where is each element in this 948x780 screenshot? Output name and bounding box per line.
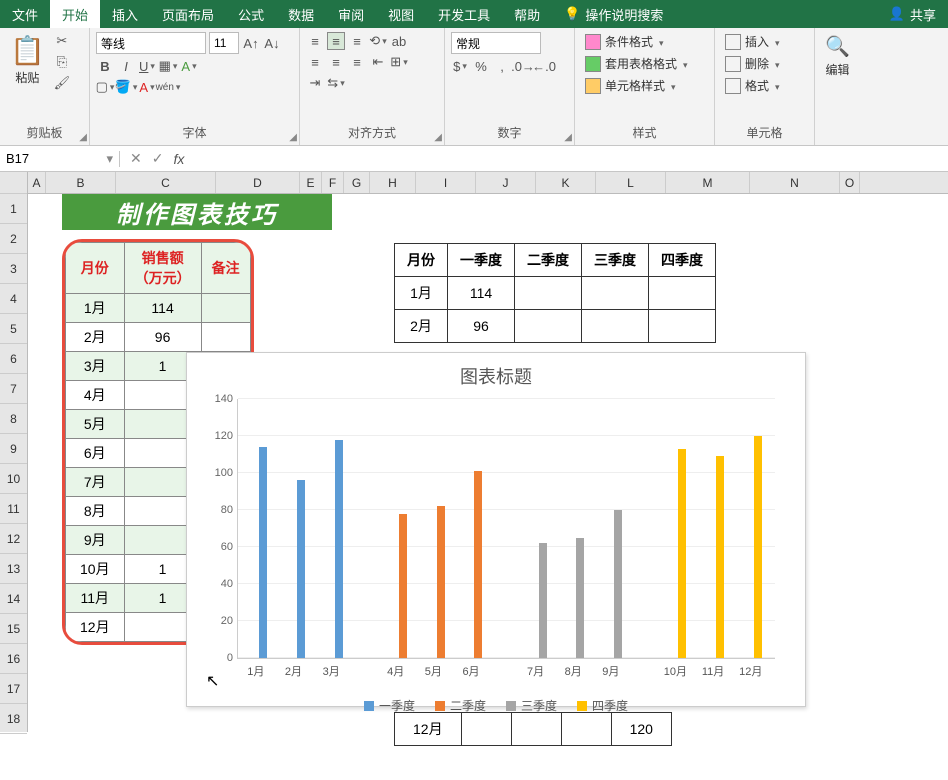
grid-area[interactable]: 123456789101112131415161718 ABCDEFGHIJKL… (0, 172, 948, 732)
share-button[interactable]: 👤共享 (877, 0, 948, 28)
cell-style-button[interactable]: 单元格样式 (581, 76, 680, 95)
font-name-input[interactable] (96, 32, 206, 54)
chart-title: 图表标题 (197, 363, 795, 389)
fill-color-icon[interactable]: 🪣 (117, 78, 135, 96)
indent-inc-icon[interactable]: ⇥ (306, 74, 324, 92)
dialog-launcher-icon[interactable]: ◢ (289, 132, 297, 143)
dialog-launcher-icon[interactable]: ◢ (434, 132, 442, 143)
name-box[interactable]: ▾ (0, 151, 120, 167)
cancel-icon[interactable]: ✕ (130, 150, 142, 167)
border-button[interactable]: ▦ (159, 57, 177, 75)
row-headers: 123456789101112131415161718 (0, 172, 28, 732)
merge-icon[interactable]: ⊞ (390, 53, 408, 71)
group-styles: 样式 (581, 122, 708, 145)
indent-dec-icon[interactable]: ⇤ (369, 53, 387, 71)
chart[interactable]: 图表标题 020406080100120140 1月2月3月4月5月6月7月8月… (186, 352, 806, 707)
group-align: 对齐方式 (306, 122, 438, 145)
comma-icon[interactable]: , (493, 57, 511, 75)
currency-icon[interactable]: $ (451, 57, 469, 75)
rtl-icon[interactable]: ⇆ (327, 74, 345, 92)
chart-xlabels: 1月2月3月4月5月6月7月8月9月10月11月12月 (237, 663, 775, 679)
group-font: 字体 (96, 122, 293, 145)
lightbulb-icon: 💡 (564, 6, 580, 22)
tab-view[interactable]: 视图 (376, 0, 426, 28)
dec-decimal-icon[interactable]: ←.0 (535, 57, 553, 75)
tab-formulas[interactable]: 公式 (226, 0, 276, 28)
align-left-icon[interactable]: ≡ (306, 53, 324, 71)
dialog-launcher-icon[interactable]: ◢ (79, 132, 87, 143)
tab-data[interactable]: 数据 (276, 0, 326, 28)
align-top-icon[interactable]: ≡ (306, 32, 324, 50)
tab-review[interactable]: 审阅 (326, 0, 376, 28)
table-format-button[interactable]: 套用表格格式 (581, 54, 692, 73)
tab-insert[interactable]: 插入 (100, 0, 150, 28)
tab-layout[interactable]: 页面布局 (150, 0, 226, 28)
number-format[interactable] (451, 32, 541, 54)
tell-me[interactable]: 💡操作说明搜索 (552, 0, 675, 28)
format-painter-icon[interactable]: 🖌 (53, 74, 71, 92)
font-grow-icon[interactable]: A (180, 57, 198, 75)
find-button[interactable]: 🔍编辑 (821, 32, 854, 80)
title-banner: 制作图表技巧 (62, 194, 332, 230)
decrease-font-icon[interactable]: A↓ (263, 34, 281, 52)
paste-button[interactable]: 📋 粘贴 (6, 32, 49, 88)
align-middle-icon[interactable]: ≡ (327, 32, 345, 50)
insert-cells-button[interactable]: 插入 (721, 32, 784, 51)
underline-button[interactable]: U (138, 57, 156, 75)
align-center-icon[interactable]: ≡ (327, 53, 345, 71)
group-cells: 单元格 (721, 122, 808, 145)
ribbon: 📋 粘贴 ✂ ⎘ 🖌 剪贴板 ◢ A↑ A↓ B I U ▦ (0, 28, 948, 146)
cond-format-button[interactable]: 条件格式 (581, 32, 668, 51)
group-number: 数字 (451, 122, 568, 145)
group-clipboard: 剪贴板 (6, 122, 83, 145)
align-right-icon[interactable]: ≡ (348, 53, 366, 71)
bottom-table[interactable]: 12月120 (394, 712, 672, 746)
tab-help[interactable]: 帮助 (502, 0, 552, 28)
tab-home[interactable]: 开始 (50, 0, 100, 28)
borders-icon[interactable]: ▢ (96, 78, 114, 96)
percent-icon[interactable]: % (472, 57, 490, 75)
phonetic-icon[interactable]: wén (159, 78, 177, 96)
enter-icon[interactable]: ✓ (152, 150, 164, 167)
bold-button[interactable]: B (96, 57, 114, 75)
chart-plot: 020406080100120140 (237, 399, 775, 659)
format-cells-button[interactable]: 格式 (721, 76, 784, 95)
fx-icon[interactable]: fx (173, 151, 184, 167)
formula-bar: ▾ ✕ ✓ fx (0, 146, 948, 172)
orientation-icon[interactable]: ⟲ (369, 32, 387, 50)
align-bottom-icon[interactable]: ≡ (348, 32, 366, 50)
font-color-icon[interactable]: A (138, 78, 156, 96)
chart-legend: 一季度二季度三季度四季度 (197, 697, 795, 714)
increase-font-icon[interactable]: A↑ (242, 34, 260, 52)
copy-icon[interactable]: ⎘ (53, 53, 71, 71)
person-icon: 👤 (889, 6, 905, 22)
tab-dev[interactable]: 开发工具 (426, 0, 502, 28)
tab-file[interactable]: 文件 (0, 0, 50, 28)
font-size-input[interactable] (209, 32, 239, 54)
column-headers: ABCDEFGHIJKLMNO (28, 172, 948, 194)
quarter-table[interactable]: 月份一季度二季度三季度四季度1月1142月96 (394, 243, 716, 343)
cut-icon[interactable]: ✂ (53, 32, 71, 50)
dialog-launcher-icon[interactable]: ◢ (564, 132, 572, 143)
italic-button[interactable]: I (117, 57, 135, 75)
titlebar: 文件 开始 插入 页面布局 公式 数据 审阅 视图 开发工具 帮助 💡操作说明搜… (0, 0, 948, 28)
wrap-text-icon[interactable]: ab (390, 32, 408, 50)
delete-cells-button[interactable]: 删除 (721, 54, 784, 73)
inc-decimal-icon[interactable]: .0→ (514, 57, 532, 75)
